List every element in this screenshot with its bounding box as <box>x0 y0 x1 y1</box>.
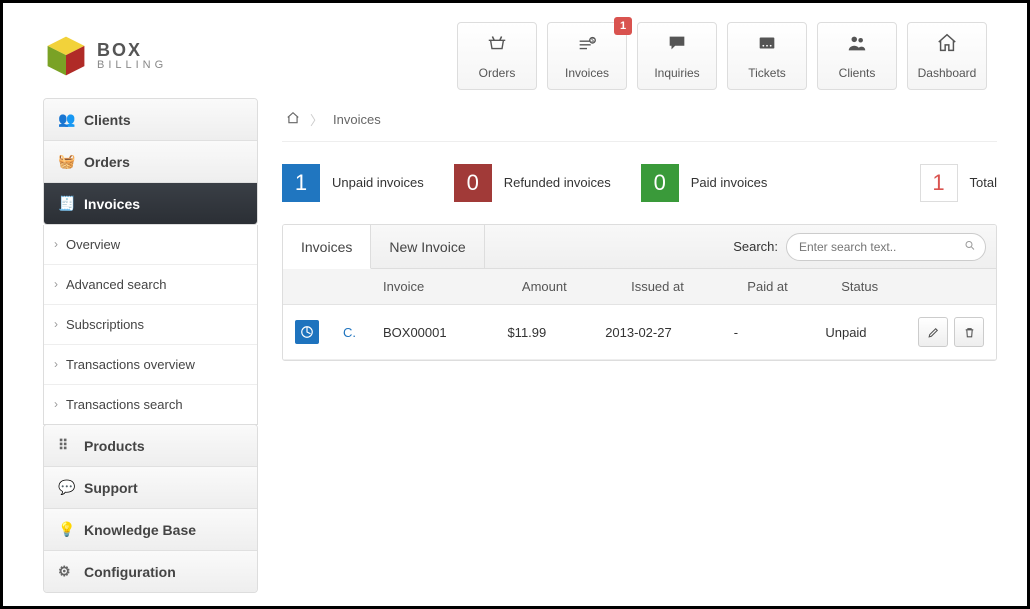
sidebar-kb-label: Knowledge Base <box>84 522 196 538</box>
sidebar-support-label: Support <box>84 480 138 496</box>
th-invoice: Invoice <box>371 269 495 305</box>
cell-paid-at: - <box>722 305 814 360</box>
stat-refunded-label: Refunded invoices <box>504 175 611 192</box>
nav-orders-label: Orders <box>479 66 516 80</box>
logo[interactable]: BOX BILLING <box>43 33 167 79</box>
edit-button[interactable] <box>918 317 948 347</box>
cell-issued-at: 2013-02-27 <box>593 305 722 360</box>
stat-total-value: 1 <box>920 164 958 202</box>
speech-icon <box>666 32 688 60</box>
basket-icon <box>486 32 508 60</box>
sidebar-orders-label: Orders <box>84 154 130 170</box>
nav-orders[interactable]: Orders <box>457 22 537 90</box>
th-client <box>331 269 371 305</box>
nav-invoices-label: Invoices <box>565 66 609 80</box>
sidebar-item-support[interactable]: 💬 Support <box>44 467 257 509</box>
search-icon[interactable] <box>964 239 976 254</box>
sidebar-item-invoices[interactable]: 🧾 Invoices <box>44 183 257 224</box>
svg-text:$: $ <box>591 38 594 44</box>
stats-row: 1 Unpaid invoices 0 Refunded invoices 0 … <box>282 142 997 224</box>
nav-dashboard-label: Dashboard <box>918 66 977 80</box>
home-icon <box>936 32 958 60</box>
nav-invoices[interactable]: 1 $ Invoices <box>547 22 627 90</box>
cell-amount: $11.99 <box>495 305 593 360</box>
invoices-badge: 1 <box>614 17 632 35</box>
submenu-overview[interactable]: Overview <box>44 225 257 265</box>
client-avatar-icon[interactable] <box>295 320 319 344</box>
client-link[interactable]: C. <box>343 325 356 340</box>
nav-tickets[interactable]: Tickets <box>727 22 807 90</box>
lightbulb-icon: 💡 <box>58 521 74 538</box>
chat-icon: 💬 <box>58 479 74 496</box>
table-row: C. BOX00001 $11.99 2013-02-27 - Unpaid <box>283 305 996 360</box>
logo-cube-icon <box>43 33 89 79</box>
stat-paid-label: Paid invoices <box>691 175 768 192</box>
cell-status: Unpaid <box>813 305 906 360</box>
cell-invoice: BOX00001 <box>371 305 495 360</box>
th-client-icon <box>283 269 331 305</box>
sidebar-item-clients[interactable]: 👥 Clients <box>44 99 257 141</box>
invoices-panel: Invoices New Invoice Search: <box>282 224 997 361</box>
gear-icon: ⚙ <box>58 563 74 580</box>
invoice-icon: 🧾 <box>58 195 74 212</box>
sidebar-clients-label: Clients <box>84 112 131 128</box>
invoice-icon: $ <box>576 32 598 60</box>
sidebar-item-products[interactable]: ⠿ Products <box>44 425 257 467</box>
pencil-icon <box>927 326 940 339</box>
stat-unpaid-value: 1 <box>282 164 320 202</box>
grid-icon: ⠿ <box>58 437 74 454</box>
stat-refunded-value: 0 <box>454 164 492 202</box>
search-label: Search: <box>733 239 778 254</box>
stat-refunded: 0 Refunded invoices <box>454 164 611 202</box>
delete-button[interactable] <box>954 317 984 347</box>
tab-new-invoice[interactable]: New Invoice <box>371 225 484 269</box>
breadcrumb-sep: 〉 <box>310 110 323 129</box>
stat-unpaid-label: Unpaid invoices <box>332 175 424 192</box>
stat-paid-value: 0 <box>641 164 679 202</box>
top-nav: Orders 1 $ Invoices Inquiries Tickets C <box>457 22 987 90</box>
sidebar-products-label: Products <box>84 438 145 454</box>
th-paid-at: Paid at <box>722 269 814 305</box>
logo-text: BOX BILLING <box>97 40 167 71</box>
th-issued-at: Issued at <box>593 269 722 305</box>
trash-icon <box>963 326 976 339</box>
sidebar-submenu: Overview Advanced search Subscriptions T… <box>43 225 258 425</box>
th-status: Status <box>813 269 906 305</box>
sidebar-item-configuration[interactable]: ⚙ Configuration <box>44 551 257 592</box>
tab-invoices[interactable]: Invoices <box>283 225 371 269</box>
submenu-transactions-search[interactable]: Transactions search <box>44 385 257 424</box>
nav-clients-label: Clients <box>839 66 876 80</box>
clients-icon <box>846 32 868 60</box>
stat-total-label: Total <box>970 175 997 192</box>
brand-bottom: BILLING <box>97 59 167 71</box>
breadcrumb-page: Invoices <box>333 112 381 127</box>
brand-top: BOX <box>97 40 167 61</box>
breadcrumb-home-icon[interactable] <box>286 111 300 128</box>
sidebar-item-knowledge-base[interactable]: 💡 Knowledge Base <box>44 509 257 551</box>
stat-total: 1 Total <box>920 164 997 202</box>
submenu-advanced-search[interactable]: Advanced search <box>44 265 257 305</box>
th-actions <box>906 269 996 305</box>
stat-unpaid: 1 Unpaid invoices <box>282 164 424 202</box>
nav-dashboard[interactable]: Dashboard <box>907 22 987 90</box>
nav-inquiries[interactable]: Inquiries <box>637 22 717 90</box>
stat-paid: 0 Paid invoices <box>641 164 768 202</box>
ticket-icon <box>756 32 778 60</box>
nav-inquiries-label: Inquiries <box>654 66 699 80</box>
search-input[interactable] <box>786 233 986 261</box>
nav-clients[interactable]: Clients <box>817 22 897 90</box>
submenu-subscriptions[interactable]: Subscriptions <box>44 305 257 345</box>
breadcrumb: 〉 Invoices <box>282 98 997 142</box>
basket-icon: 🧺 <box>58 153 74 170</box>
sidebar-invoices-label: Invoices <box>84 196 140 212</box>
sidebar-item-orders[interactable]: 🧺 Orders <box>44 141 257 183</box>
submenu-transactions-overview[interactable]: Transactions overview <box>44 345 257 385</box>
people-icon: 👥 <box>58 111 74 128</box>
th-amount: Amount <box>495 269 593 305</box>
nav-tickets-label: Tickets <box>748 66 786 80</box>
sidebar: 👥 Clients 🧺 Orders 🧾 Invoices Overview A… <box>43 98 258 593</box>
sidebar-config-label: Configuration <box>84 564 176 580</box>
invoices-table: Invoice Amount Issued at Paid at Status <box>283 269 996 360</box>
